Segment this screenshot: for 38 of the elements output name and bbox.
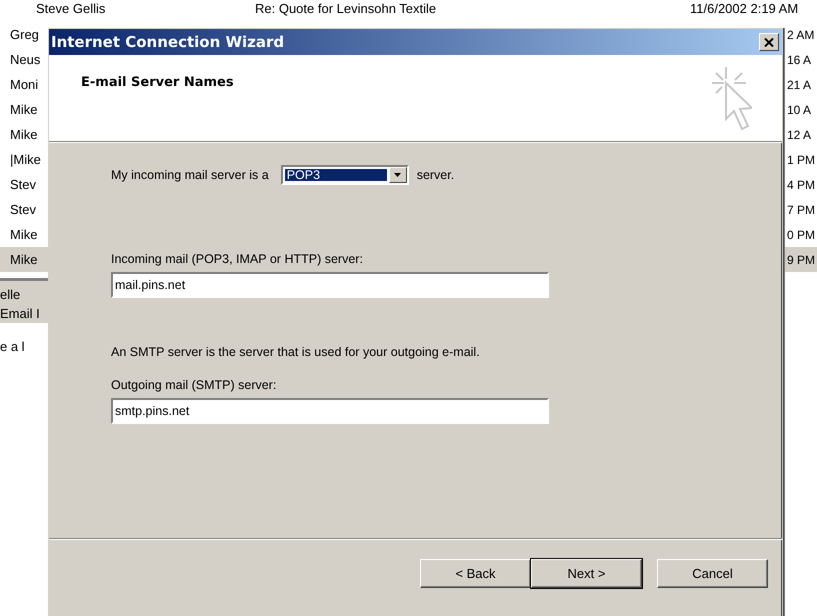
date-text: 10 A (787, 102, 812, 116)
server-type-dropdown[interactable]: POP3 (280, 165, 409, 185)
date-text: 12 A (787, 128, 812, 142)
date-text: 0 PM (787, 228, 816, 242)
server-suffix-label: server. (416, 168, 454, 182)
server-type-label: My incoming mail server is a (111, 168, 269, 182)
date-text: 1 PM (787, 152, 816, 166)
incoming-server-label: Incoming mail (POP3, IMAP or HTTP) server: (111, 252, 364, 266)
date-text: 11/6/2002 2:19 AM (690, 1, 798, 16)
close-button[interactable] (759, 33, 779, 51)
sender-text: Mike (10, 127, 38, 142)
preview-text: Email I (0, 305, 41, 323)
sender-text: Steve Gellis (36, 1, 106, 16)
sender-text: Neus (10, 52, 40, 67)
caret-icon (394, 173, 402, 177)
sender-text: Mike (10, 252, 38, 267)
wizard-button[interactable]: Next > (531, 559, 642, 588)
preview-text: elle (0, 286, 22, 304)
outgoing-server-field[interactable]: smtp.pins.net (111, 398, 549, 424)
sender-text: |Mike (10, 152, 41, 167)
incoming-server-field[interactable]: mail.pins.net (111, 272, 549, 298)
sender-text: Mike (10, 102, 38, 117)
date-text: 4 PM (787, 178, 816, 192)
date-text: 7 PM (787, 202, 816, 216)
wizard-button[interactable]: Cancel (657, 559, 768, 588)
smtp-note-text: An SMTP server is the server that is used for your outgoing e-mail. (111, 345, 481, 359)
sender-text: Stev (10, 202, 36, 217)
wizard-button[interactable]: < Back (420, 559, 531, 588)
date-text: 16 A (787, 52, 812, 66)
sender-text: Stev (10, 177, 36, 192)
page-heading: E-mail Server Names (81, 75, 234, 92)
body-text: e a l (0, 339, 26, 354)
window-title: Internet Connection Wizard (51, 33, 284, 51)
subject-text: Re: Quote for Levinsohn Textile (255, 1, 438, 16)
outgoing-server-label: Outgoing mail (SMTP) server: (111, 378, 278, 392)
close-icon (764, 38, 774, 46)
date-text: 9 PM (787, 252, 816, 266)
sender-text: Mike (10, 227, 38, 242)
